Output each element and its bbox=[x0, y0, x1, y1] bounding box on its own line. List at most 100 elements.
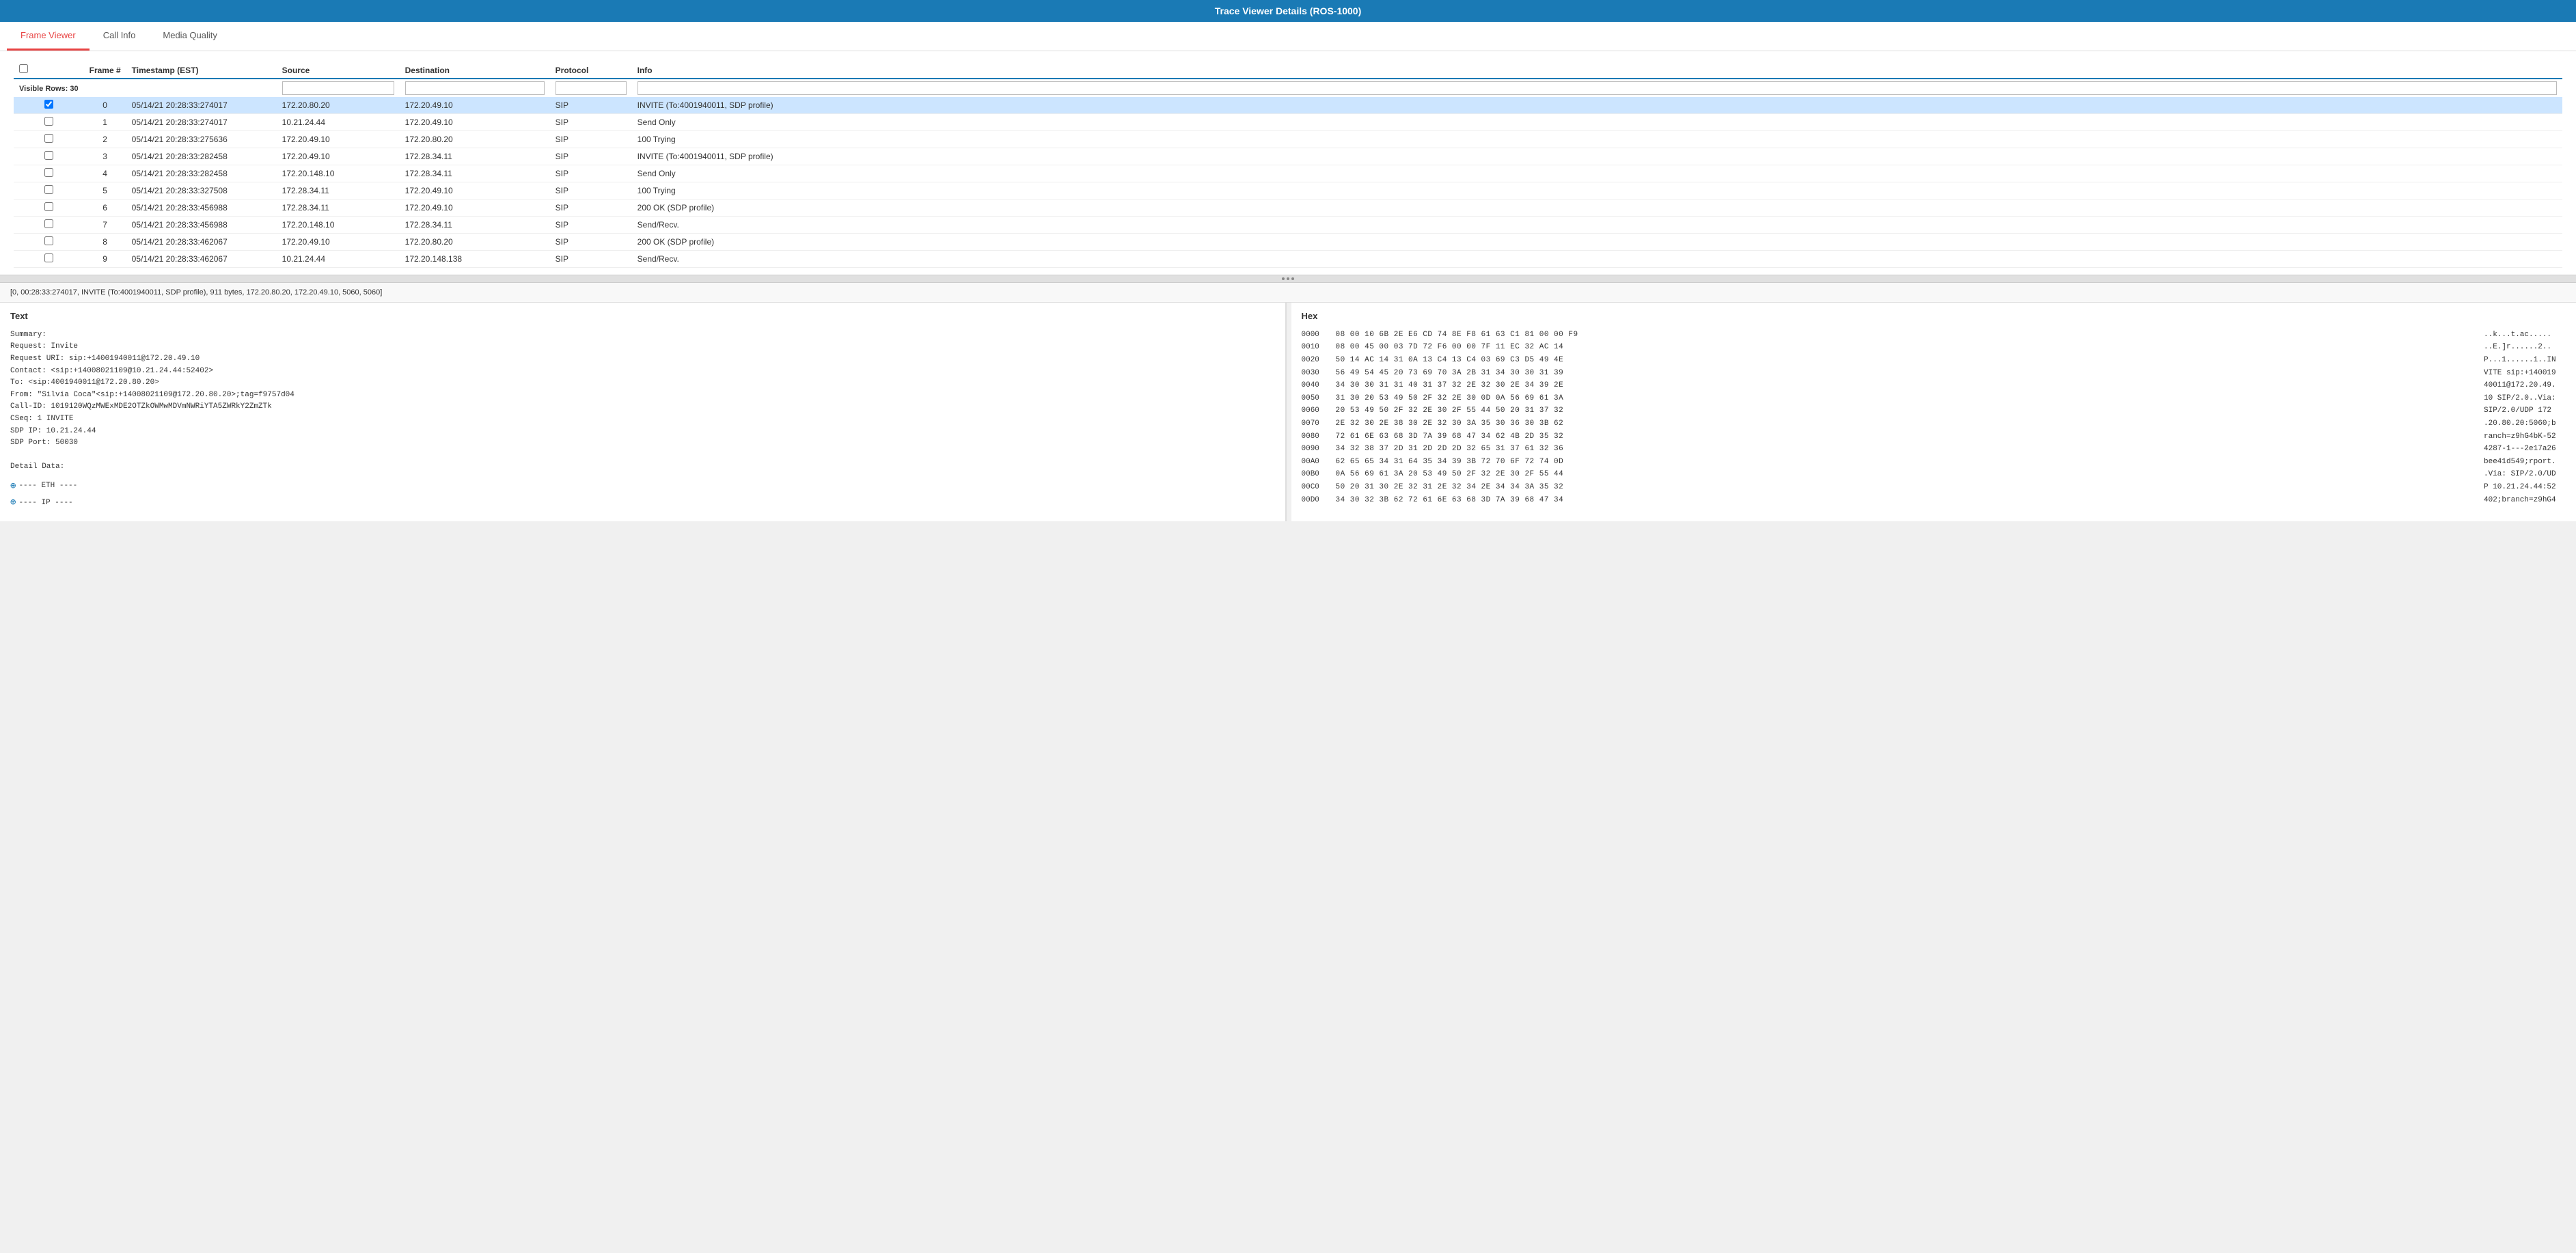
resize-handle[interactable] bbox=[0, 275, 2576, 283]
hex-ascii-3: VITE sip:+140019 bbox=[2484, 368, 2566, 380]
info-filter-input[interactable] bbox=[638, 81, 2557, 95]
hex-panel: Hex 0000 08 00 10 6B 2E E6 CD 74 8E F8 6… bbox=[1291, 303, 2576, 521]
row-source-4: 172.20.148.10 bbox=[277, 165, 400, 182]
table-body: 0 05/14/21 20:28:33:274017 172.20.80.20 … bbox=[14, 97, 2562, 268]
row-timestamp-5: 05/14/21 20:28:33:327508 bbox=[126, 182, 277, 199]
row-protocol-6: SIP bbox=[550, 199, 632, 217]
hex-bytes-13: 34 30 32 3B 62 72 61 6E 63 68 3D 7A 39 6… bbox=[1336, 495, 2474, 507]
row-checkbox-cell[interactable] bbox=[14, 182, 84, 199]
tree-toggle-eth[interactable]: ⊕ bbox=[10, 479, 16, 494]
protocol-filter-input[interactable] bbox=[556, 81, 627, 95]
tree-toggle-ip[interactable]: ⊕ bbox=[10, 495, 16, 510]
row-checkbox-cell[interactable] bbox=[14, 217, 84, 234]
row-checkbox-8[interactable] bbox=[44, 236, 53, 245]
hex-offset-0: 0000 bbox=[1302, 329, 1326, 342]
hex-bytes-4: 34 30 30 31 31 40 31 37 32 2E 32 30 2E 3… bbox=[1336, 380, 2474, 392]
table-row[interactable]: 5 05/14/21 20:28:33:327508 172.28.34.11 … bbox=[14, 182, 2562, 199]
row-checkbox-0[interactable] bbox=[44, 100, 53, 109]
hex-offset-10: 00A0 bbox=[1302, 456, 1326, 469]
row-checkbox-cell[interactable] bbox=[14, 251, 84, 268]
row-frame-2: 2 bbox=[84, 131, 126, 148]
col-header-frame: Frame # bbox=[84, 61, 126, 79]
row-protocol-4: SIP bbox=[550, 165, 632, 182]
tab-call-info[interactable]: Call Info bbox=[90, 22, 150, 51]
row-dest-5: 172.20.49.10 bbox=[400, 182, 550, 199]
row-source-1: 10.21.24.44 bbox=[277, 114, 400, 131]
table-row[interactable]: 9 05/14/21 20:28:33:462067 10.21.24.44 1… bbox=[14, 251, 2562, 268]
row-checkbox-cell[interactable] bbox=[14, 199, 84, 217]
col-header-destination: Destination bbox=[400, 61, 550, 79]
row-checkbox-7[interactable] bbox=[44, 219, 53, 228]
row-protocol-0: SIP bbox=[550, 97, 632, 114]
row-info-6: 200 OK (SDP profile) bbox=[632, 199, 2562, 217]
row-checkbox-6[interactable] bbox=[44, 202, 53, 211]
hex-ascii-6: SIP/2.0/UDP 172 bbox=[2484, 405, 2566, 417]
row-source-6: 172.28.34.11 bbox=[277, 199, 400, 217]
tab-frame-viewer[interactable]: Frame Viewer bbox=[7, 22, 90, 51]
row-timestamp-2: 05/14/21 20:28:33:275636 bbox=[126, 131, 277, 148]
row-dest-8: 172.20.80.20 bbox=[400, 234, 550, 251]
table-row[interactable]: 6 05/14/21 20:28:33:456988 172.28.34.11 … bbox=[14, 199, 2562, 217]
table-row[interactable]: 4 05/14/21 20:28:33:282458 172.20.148.10… bbox=[14, 165, 2562, 182]
row-info-1: Send Only bbox=[632, 114, 2562, 131]
frame-table: Frame # Timestamp (EST) Source Destinati… bbox=[14, 61, 2562, 268]
row-frame-7: 7 bbox=[84, 217, 126, 234]
row-checkbox-1[interactable] bbox=[44, 117, 53, 126]
table-row[interactable]: 2 05/14/21 20:28:33:275636 172.20.49.10 … bbox=[14, 131, 2562, 148]
row-checkbox-cell[interactable] bbox=[14, 165, 84, 182]
col-header-protocol: Protocol bbox=[550, 61, 632, 79]
col-header-timestamp[interactable]: Timestamp (EST) bbox=[126, 61, 277, 79]
detail-header: [0, 00:28:33:274017, INVITE (To:40019400… bbox=[0, 283, 2576, 303]
table-row[interactable]: 1 05/14/21 20:28:33:274017 10.21.24.44 1… bbox=[14, 114, 2562, 131]
tree-item-eth: ⊕ ---- ETH ---- bbox=[10, 479, 1275, 494]
row-checkbox-5[interactable] bbox=[44, 185, 53, 194]
filter-cell-source[interactable] bbox=[277, 79, 400, 97]
table-row[interactable]: 8 05/14/21 20:28:33:462067 172.20.49.10 … bbox=[14, 234, 2562, 251]
row-checkbox-4[interactable] bbox=[44, 168, 53, 177]
row-checkbox-2[interactable] bbox=[44, 134, 53, 143]
hex-rows-container: 0000 08 00 10 6B 2E E6 CD 74 8E F8 61 63… bbox=[1302, 329, 2566, 506]
col-header-source: Source bbox=[277, 61, 400, 79]
row-protocol-1: SIP bbox=[550, 114, 632, 131]
row-info-8: 200 OK (SDP profile) bbox=[632, 234, 2562, 251]
row-checkbox-cell[interactable] bbox=[14, 148, 84, 165]
select-all-checkbox[interactable] bbox=[19, 64, 28, 73]
row-checkbox-cell[interactable] bbox=[14, 114, 84, 131]
hex-row: 0020 50 14 AC 14 31 0A 13 C4 13 C4 03 69… bbox=[1302, 355, 2566, 367]
row-checkbox-9[interactable] bbox=[44, 253, 53, 262]
title-bar: Trace Viewer Details (ROS-1000) bbox=[0, 0, 2576, 22]
dest-filter-input[interactable] bbox=[405, 81, 545, 95]
table-row[interactable]: 7 05/14/21 20:28:33:456988 172.20.148.10… bbox=[14, 217, 2562, 234]
table-row[interactable]: 3 05/14/21 20:28:33:282458 172.20.49.10 … bbox=[14, 148, 2562, 165]
text-panel-scrollbar[interactable] bbox=[1286, 303, 1291, 521]
resize-dot-1 bbox=[1282, 277, 1285, 280]
hex-ascii-8: ranch=z9hG4bK-52 bbox=[2484, 431, 2566, 443]
row-protocol-7: SIP bbox=[550, 217, 632, 234]
hex-offset-1: 0010 bbox=[1302, 342, 1326, 354]
hex-bytes-7: 2E 32 30 2E 38 30 2E 32 30 3A 35 30 36 3… bbox=[1336, 418, 2474, 430]
row-info-4: Send Only bbox=[632, 165, 2562, 182]
row-source-2: 172.20.49.10 bbox=[277, 131, 400, 148]
tab-media-quality[interactable]: Media Quality bbox=[149, 22, 230, 51]
filter-cell-checkbox: Visible Rows: 30 bbox=[14, 79, 84, 97]
row-checkbox-cell[interactable] bbox=[14, 97, 84, 114]
tree-label-eth: ---- ETH ---- bbox=[18, 480, 77, 493]
source-filter-input[interactable] bbox=[282, 81, 394, 95]
row-dest-1: 172.20.49.10 bbox=[400, 114, 550, 131]
row-source-5: 172.28.34.11 bbox=[277, 182, 400, 199]
row-checkbox-cell[interactable] bbox=[14, 131, 84, 148]
hex-ascii-5: 10 SIP/2.0..Via: bbox=[2484, 393, 2566, 405]
filter-cell-destination[interactable] bbox=[400, 79, 550, 97]
filter-cell-protocol[interactable] bbox=[550, 79, 632, 97]
row-info-7: Send/Recv. bbox=[632, 217, 2562, 234]
row-checkbox-3[interactable] bbox=[44, 151, 53, 160]
hex-row: 0080 72 61 6E 63 68 3D 7A 39 68 47 34 62… bbox=[1302, 431, 2566, 443]
row-info-9: Send/Recv. bbox=[632, 251, 2562, 268]
tree-label-ip: ---- IP ---- bbox=[18, 497, 72, 510]
table-section: Frame # Timestamp (EST) Source Destinati… bbox=[0, 51, 2576, 275]
hex-row: 00C0 50 20 31 30 2E 32 31 2E 32 34 2E 34… bbox=[1302, 482, 2566, 494]
visible-rows-label: Visible Rows: 30 bbox=[19, 85, 79, 93]
table-row[interactable]: 0 05/14/21 20:28:33:274017 172.20.80.20 … bbox=[14, 97, 2562, 114]
row-checkbox-cell[interactable] bbox=[14, 234, 84, 251]
filter-cell-info[interactable] bbox=[632, 79, 2562, 97]
